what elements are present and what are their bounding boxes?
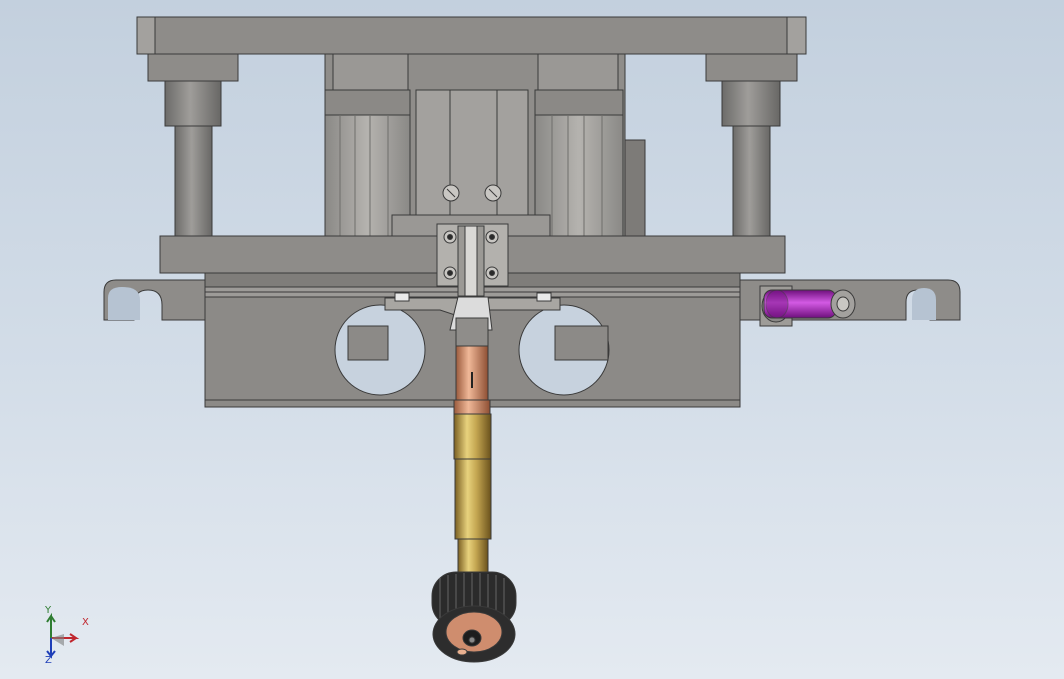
right-guide-post[interactable]: [705, 53, 798, 237]
top-plate[interactable]: [136, 16, 807, 55]
z-axis-label: Z: [45, 655, 52, 666]
pneumatic-cylinder-block[interactable]: [324, 53, 646, 237]
clamp-mounting-bracket[interactable]: [436, 223, 509, 297]
cad-viewport[interactable]: X Y Z: [0, 0, 1064, 679]
coordinate-triad: X Y Z: [40, 605, 100, 668]
z-axis-arrow: [46, 638, 56, 659]
y-axis-label: Y: [45, 605, 52, 616]
welding-torch[interactable]: [449, 296, 493, 575]
fixture-assembly-model[interactable]: [0, 0, 1064, 679]
x-axis-label: X: [82, 617, 89, 628]
left-hook-bracket[interactable]: [103, 279, 206, 321]
torch-adjustment-knob[interactable]: [431, 571, 517, 663]
left-guide-post[interactable]: [147, 53, 239, 237]
y-axis-arrow: [46, 612, 56, 638]
